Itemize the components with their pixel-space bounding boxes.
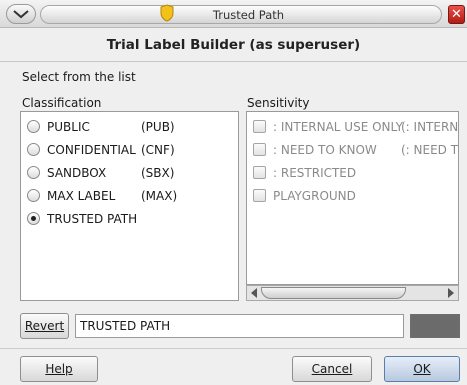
close-icon: ✕ [451, 7, 462, 22]
classification-name: PUBLIC [47, 120, 90, 134]
radio-button[interactable] [27, 143, 40, 156]
checkbox[interactable] [253, 166, 266, 179]
window-title: Trusted Path [212, 8, 285, 22]
label-text-field[interactable]: TRUSTED PATH [75, 314, 404, 338]
help-button[interactable]: Help [20, 356, 98, 382]
sensitivity-name: : NEED TO KNOW [273, 143, 377, 157]
classification-list: PUBLIC (PUB) CONFIDENTIAL (CNF) SANDBOX … [20, 111, 239, 301]
sensitivity-name: : INTERNAL USE ONLY [273, 120, 403, 134]
sensitivity-list: : INTERNAL USE ONLY (: INTERNA : NEED TO… [246, 111, 459, 285]
ok-button[interactable]: OK [384, 356, 460, 382]
sensitivity-name: PLAYGROUND [273, 189, 356, 203]
radio-button[interactable] [27, 189, 40, 202]
classification-label: Classification [22, 96, 102, 110]
scroll-right-arrow-icon[interactable] [448, 288, 454, 298]
classification-abbr: (MAX) [141, 189, 178, 203]
checkbox[interactable] [253, 120, 266, 133]
classification-name: MAX LABEL [47, 189, 116, 203]
cancel-button[interactable]: Cancel [292, 356, 372, 382]
checkbox[interactable] [253, 143, 266, 156]
revert-button-label: Revert [24, 319, 65, 333]
checkbox[interactable] [253, 189, 266, 202]
ok-button-label: OK [413, 362, 431, 376]
radio-button[interactable] [27, 120, 40, 133]
scrollbar-thumb[interactable] [261, 287, 406, 299]
instruction-text: Select from the list [22, 70, 136, 84]
sensitivity-abbr: (: INTERNA [401, 120, 459, 134]
classification-abbr: (CNF) [141, 143, 175, 157]
revert-button[interactable]: Revert [20, 313, 69, 339]
classification-name: CONFIDENTIAL [47, 143, 136, 157]
dialog-header: Trial Label Builder (as superuser) [0, 29, 467, 62]
help-button-label: Help [45, 362, 73, 376]
window-titlebar: Trusted Path ✕ [0, 0, 467, 28]
classification-name: TRUSTED PATH [47, 212, 138, 226]
sensitivity-horizontal-scrollbar[interactable] [246, 285, 459, 301]
sensitivity-abbr: (: NEED TO [401, 143, 459, 157]
close-button[interactable]: ✕ [448, 5, 465, 24]
classification-abbr: (PUB) [141, 120, 175, 134]
radio-button[interactable] [27, 166, 40, 179]
footer-separator [0, 348, 467, 349]
sensitivity-name: : RESTRICTED [273, 166, 357, 180]
sensitivity-label: Sensitivity [247, 96, 310, 110]
label-color-swatch [410, 314, 460, 338]
classification-abbr: (SBX) [141, 166, 175, 180]
classification-name: SANDBOX [47, 166, 107, 180]
scroll-left-arrow-icon[interactable] [251, 288, 257, 298]
radio-button-selected[interactable] [27, 212, 40, 225]
cancel-button-label: Cancel [311, 362, 353, 376]
